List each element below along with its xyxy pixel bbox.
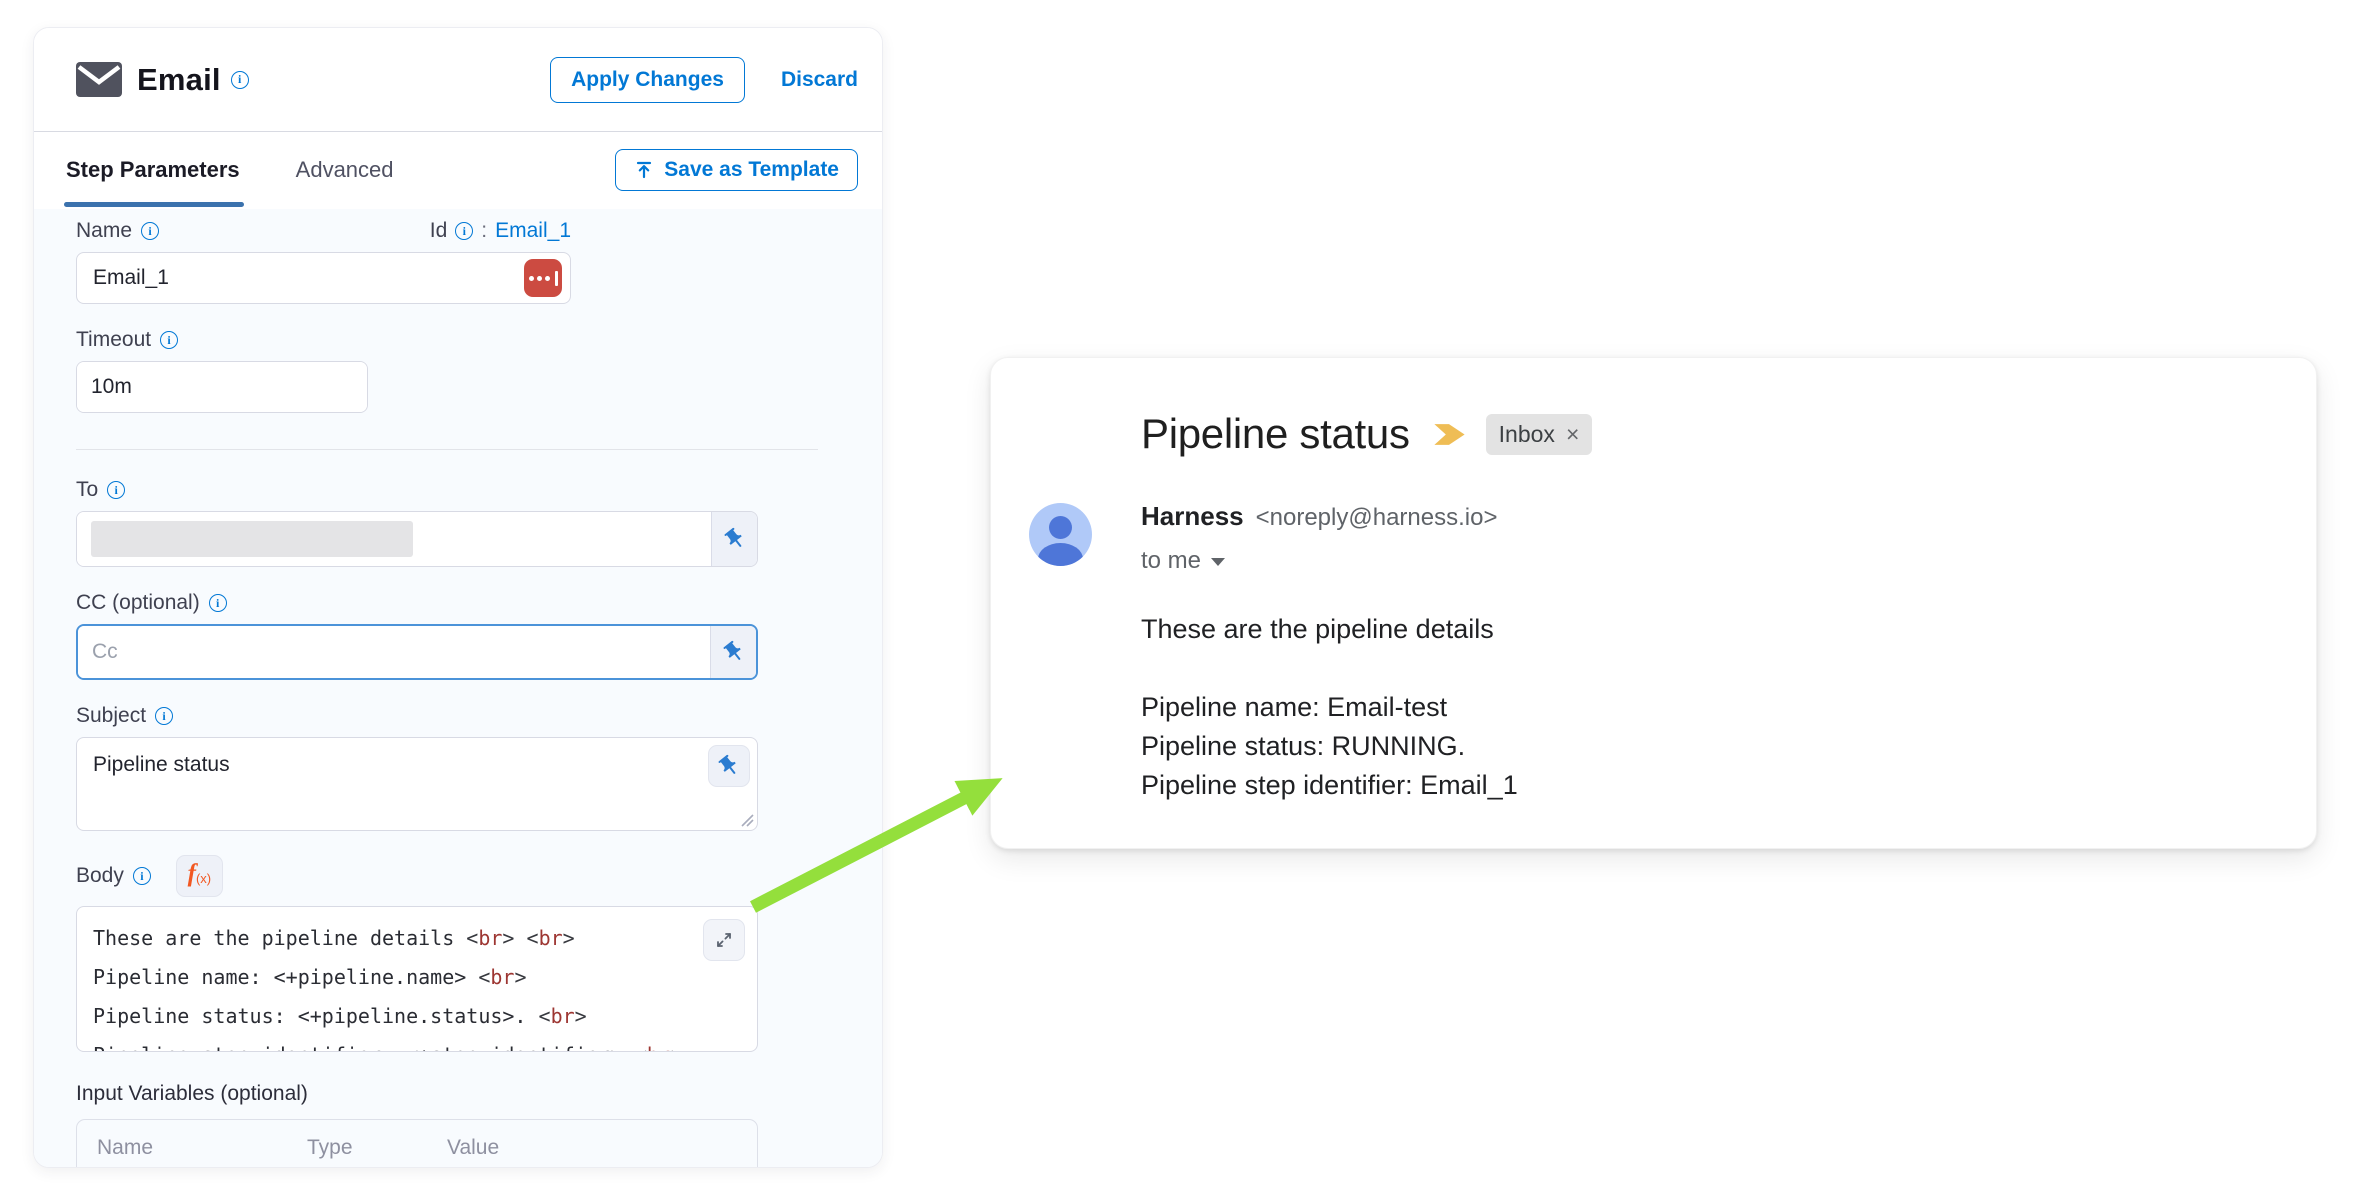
email-body: These are the pipeline detailsPipeline n… [1141, 610, 1518, 805]
redacted-recipient [91, 521, 413, 557]
sender-block: Harness <noreply@harness.io> to me [1141, 501, 1497, 575]
section-divider [76, 449, 818, 450]
email-step-icon [76, 62, 122, 97]
autofill-extension-icon[interactable] [524, 259, 562, 297]
tabs-row: Step Parameters Advanced Save as Templat… [34, 132, 882, 207]
input-variables-header: Name Type Value [97, 1136, 737, 1160]
timeout-info-icon[interactable]: i [160, 331, 178, 349]
tab-advanced[interactable]: Advanced [296, 132, 394, 207]
body-label: Body [76, 864, 124, 888]
email-preview-card: Pipeline status Inbox × Harness <noreply… [990, 357, 2317, 849]
inbox-chip[interactable]: Inbox × [1486, 414, 1593, 455]
pin-icon [712, 749, 746, 783]
remove-label-icon[interactable]: × [1566, 421, 1579, 448]
title-info-icon[interactable]: i [231, 71, 249, 89]
upload-icon [634, 160, 654, 180]
input-variables-label: Input Variables (optional) [76, 1082, 308, 1105]
pin-icon [717, 635, 751, 669]
body-info-icon[interactable]: i [133, 867, 151, 885]
expand-icon [714, 930, 734, 950]
cc-info-icon[interactable]: i [209, 594, 227, 612]
subject-label: Subject [76, 704, 146, 728]
to-info-icon[interactable]: i [107, 481, 125, 499]
sender-name: Harness [1141, 501, 1244, 532]
fx-sub-glyph: (x) [196, 871, 211, 886]
to-field[interactable] [76, 511, 758, 567]
cc-input[interactable] [78, 626, 710, 678]
cc-field [76, 624, 758, 680]
save-as-template-label: Save as Template [664, 158, 839, 182]
timeout-input[interactable] [77, 362, 368, 412]
subject-input[interactable]: Pipeline status [76, 737, 758, 831]
to-label: To [76, 478, 98, 502]
column-type: Type [307, 1136, 447, 1160]
to-input-type-button[interactable] [711, 512, 757, 566]
sender-address: <noreply@harness.io> [1256, 504, 1498, 532]
subject-input-type-button[interactable] [708, 745, 750, 787]
important-marker-icon[interactable] [1434, 422, 1466, 447]
expression-fx-button[interactable]: f (x) [176, 855, 223, 897]
id-separator: : [481, 219, 487, 243]
id-info-icon[interactable]: i [455, 222, 473, 240]
input-variables-table: Name Type Value + Add Input Variable [76, 1119, 758, 1168]
subject-field: Pipeline status [76, 737, 758, 831]
cc-label: CC (optional) [76, 591, 200, 615]
pin-icon [718, 522, 752, 556]
inbox-chip-label: Inbox [1499, 421, 1555, 448]
name-id-row: Name i Id i : Email_1 [76, 219, 571, 243]
panel-title: Email [137, 62, 221, 98]
column-name: Name [97, 1136, 307, 1160]
name-info-icon[interactable]: i [141, 222, 159, 240]
to-input[interactable] [77, 512, 711, 566]
tab-step-parameters[interactable]: Step Parameters [66, 132, 240, 207]
discard-button[interactable]: Discard [781, 68, 858, 92]
recipient-row[interactable]: to me [1141, 547, 1497, 575]
screen: Email i Apply Changes Discard Step Param… [0, 0, 2354, 1198]
email-step-panel: Email i Apply Changes Discard Step Param… [33, 27, 883, 1168]
body-editor-code: These are the pipeline details <br> <br>… [93, 919, 741, 1052]
save-as-template-button[interactable]: Save as Template [615, 149, 858, 191]
id-value-link[interactable]: Email_1 [495, 219, 571, 243]
column-value: Value [447, 1136, 499, 1160]
step-parameters-form: Name i Id i : Email_1 Timeout i [34, 209, 882, 1167]
sender-avatar[interactable] [1029, 503, 1092, 566]
fx-f-glyph: f [188, 860, 196, 888]
name-label: Name [76, 219, 132, 243]
email-subject-title: Pipeline status [1141, 410, 1410, 458]
tab-advanced-label: Advanced [296, 157, 394, 183]
timeout-field [76, 361, 368, 413]
timeout-label: Timeout [76, 328, 151, 352]
active-tab-underline [64, 202, 244, 207]
cc-input-type-button[interactable] [710, 626, 756, 678]
body-expand-button[interactable] [703, 919, 745, 961]
body-editor[interactable]: These are the pipeline details <br> <br>… [76, 906, 758, 1052]
tab-step-parameters-label: Step Parameters [66, 157, 240, 183]
apply-changes-button[interactable]: Apply Changes [550, 57, 745, 103]
id-label: Id [430, 219, 448, 243]
details-caret-icon[interactable] [1211, 558, 1225, 566]
subject-info-icon[interactable]: i [155, 707, 173, 725]
name-input[interactable] [76, 252, 571, 304]
recipient-label: to me [1141, 547, 1201, 575]
panel-header: Email i Apply Changes Discard [34, 28, 882, 132]
